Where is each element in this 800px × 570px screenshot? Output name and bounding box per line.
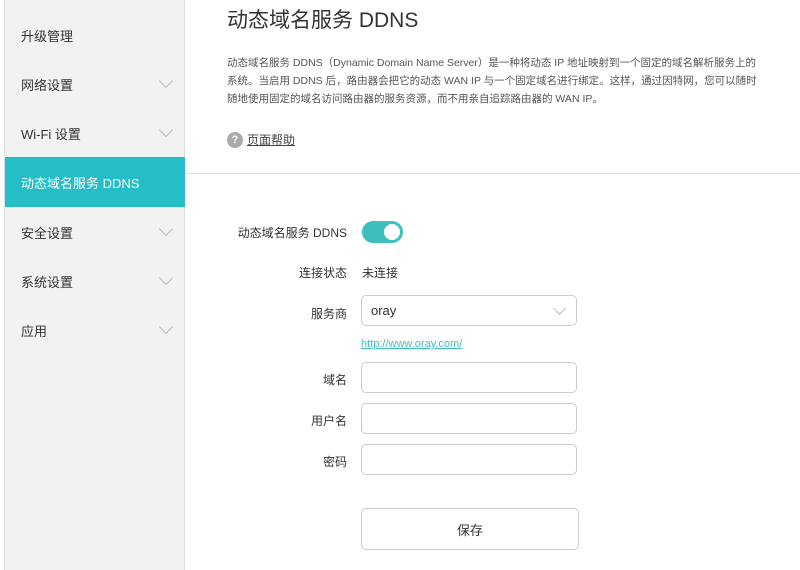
sidebar-item-label: 升级管理 [21, 28, 74, 44]
save-button[interactable]: 保存 [361, 508, 579, 550]
chevron-down-icon [158, 73, 174, 89]
sidebar-item-label: 网络设置 [21, 77, 74, 93]
provider-value: oray [371, 303, 397, 318]
domain-label: 域名 [322, 373, 347, 387]
password-input[interactable] [361, 444, 577, 475]
page-title: 动态域名服务 DDNS [227, 9, 419, 32]
sidebar: 升级管理 网络设置 Wi-Fi 设置 动态域名服务 DDNS 安全设置 系统设置… [4, 0, 185, 570]
sidebar-item-wifi[interactable]: Wi-Fi 设置 [5, 108, 185, 158]
help-icon: ? [227, 131, 243, 148]
chevron-down-icon [158, 319, 174, 335]
sidebar-item-label: Wi-Fi 设置 [21, 126, 81, 142]
provider-link[interactable]: http://www.oray.com/ [361, 338, 462, 350]
main-content: 动态域名服务 DDNS 动态域名服务 DDNS（Dynamic Domain N… [185, 0, 800, 570]
sidebar-item-ddns[interactable]: 动态域名服务 DDNS [5, 157, 185, 207]
sidebar-item-security[interactable]: 安全设置 [5, 207, 185, 257]
username-label: 用户名 [310, 414, 347, 428]
toggle-knob [384, 224, 400, 240]
ddns-toggle[interactable] [362, 221, 403, 243]
chevron-down-icon [158, 122, 174, 138]
chevron-down-icon [158, 270, 174, 286]
sidebar-item-label: 安全设置 [21, 225, 74, 241]
sidebar-item-upgrade[interactable]: 升级管理 [5, 10, 185, 60]
password-label: 密码 [322, 455, 347, 469]
page-help-label[interactable]: 页面帮助 [247, 131, 295, 148]
ddns-label: 动态域名服务 DDNS [237, 226, 347, 240]
domain-input[interactable] [361, 362, 577, 393]
page-description: 动态域名服务 DDNS（Dynamic Domain Name Server）是… [227, 57, 757, 105]
username-input[interactable] [361, 403, 577, 434]
provider-label: 服务商 [310, 307, 347, 321]
provider-select[interactable]: oray [361, 295, 577, 326]
chevron-down-icon [553, 302, 566, 315]
status-value: 未连接 [362, 266, 399, 280]
status-label: 连接状态 [298, 266, 347, 280]
sidebar-item-label: 系统设置 [21, 274, 74, 290]
sidebar-item-system[interactable]: 系统设置 [5, 256, 185, 306]
sidebar-item-apps[interactable]: 应用 [5, 305, 185, 355]
page-help-link[interactable]: ? 页面帮助 [227, 131, 295, 148]
divider [185, 173, 800, 174]
sidebar-item-label: 动态域名服务 DDNS [21, 175, 140, 191]
sidebar-item-network[interactable]: 网络设置 [5, 59, 185, 109]
sidebar-item-label: 应用 [21, 323, 48, 339]
chevron-down-icon [158, 221, 174, 237]
